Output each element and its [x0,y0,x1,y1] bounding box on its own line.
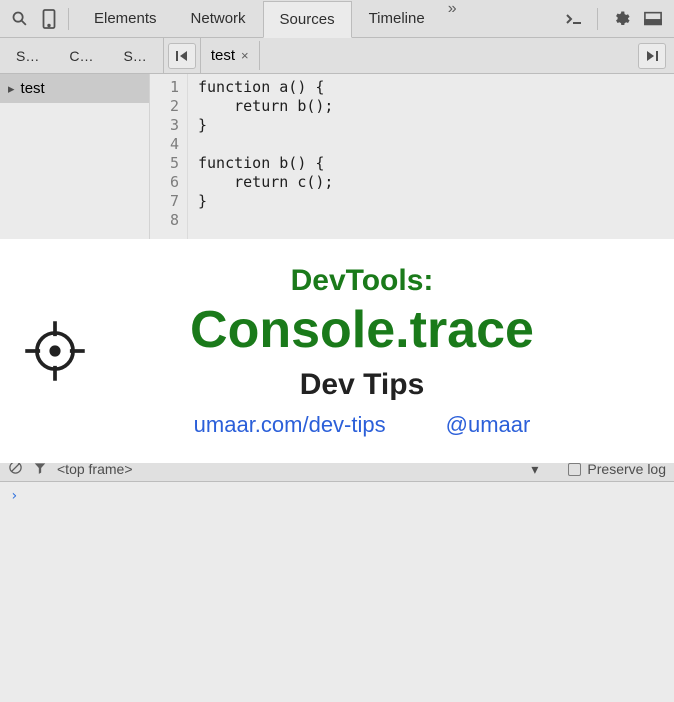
toolbar-left-icons [0,10,68,28]
file-tab-label: test [211,47,235,64]
minitab-1[interactable]: C… [57,42,105,70]
banner-tagline: Dev Tips [110,368,614,402]
chevron-right-icon: ▸ [8,81,15,97]
title-banner: DevTools: Console.trace Dev Tips umaar.c… [0,239,674,463]
navigator-tabs: S… C… S… [0,42,163,70]
sidebar-toggle[interactable] [638,43,674,69]
target-icon [0,317,110,385]
close-icon[interactable]: × [241,48,249,63]
console-prompt: › [10,488,18,504]
tab-timeline[interactable]: Timeline [352,0,442,37]
toolbar-divider [597,8,598,30]
frame-dropdown-icon[interactable]: ▾ [531,461,538,478]
tab-network[interactable]: Network [174,0,263,37]
toolbar-divider [68,8,69,30]
dock-icon[interactable] [644,10,662,28]
minitab-2[interactable]: S… [111,42,158,70]
nav-next-icon[interactable] [638,43,666,69]
frame-selector[interactable]: <top frame> [57,461,133,477]
sources-subtoolbar: S… C… S… test × [0,38,674,74]
console-output[interactable]: › [0,482,674,702]
frame-label: <top frame> [57,461,133,477]
tree-item-label: test [21,80,45,97]
tabs-overflow[interactable]: » [442,0,463,37]
preserve-log-checkbox[interactable] [568,463,581,476]
banner-title: Console.trace [110,302,614,359]
tab-elements[interactable]: Elements [77,0,174,37]
banner-subtitle: DevTools: [110,264,614,298]
search-icon[interactable] [10,10,28,28]
banner-handle[interactable]: @umaar [446,412,531,438]
panel-tabs: Elements Network Sources Timeline » [77,0,463,37]
file-tabs: test × [201,38,260,73]
preserve-log-label: Preserve log [587,461,666,477]
navigator-controls [163,38,201,73]
toolbar-right-icons [553,8,674,30]
console-toggle-icon[interactable] [565,10,583,28]
settings-gear-icon[interactable] [612,10,630,28]
minitab-0[interactable]: S… [4,42,51,70]
filter-icon[interactable] [33,461,47,478]
tree-item-test[interactable]: ▸ test [0,74,149,103]
tab-sources[interactable]: Sources [263,1,352,38]
preserve-log-control[interactable]: Preserve log [568,461,666,477]
devtools-toolbar: Elements Network Sources Timeline » [0,0,674,38]
nav-prev-icon[interactable] [168,43,196,69]
banner-text: DevTools: Console.trace Dev Tips umaar.c… [110,264,674,437]
banner-links: umaar.com/dev-tips @umaar [110,412,614,438]
file-tab-test[interactable]: test × [201,41,260,70]
device-icon[interactable] [40,10,58,28]
banner-url[interactable]: umaar.com/dev-tips [194,412,386,438]
